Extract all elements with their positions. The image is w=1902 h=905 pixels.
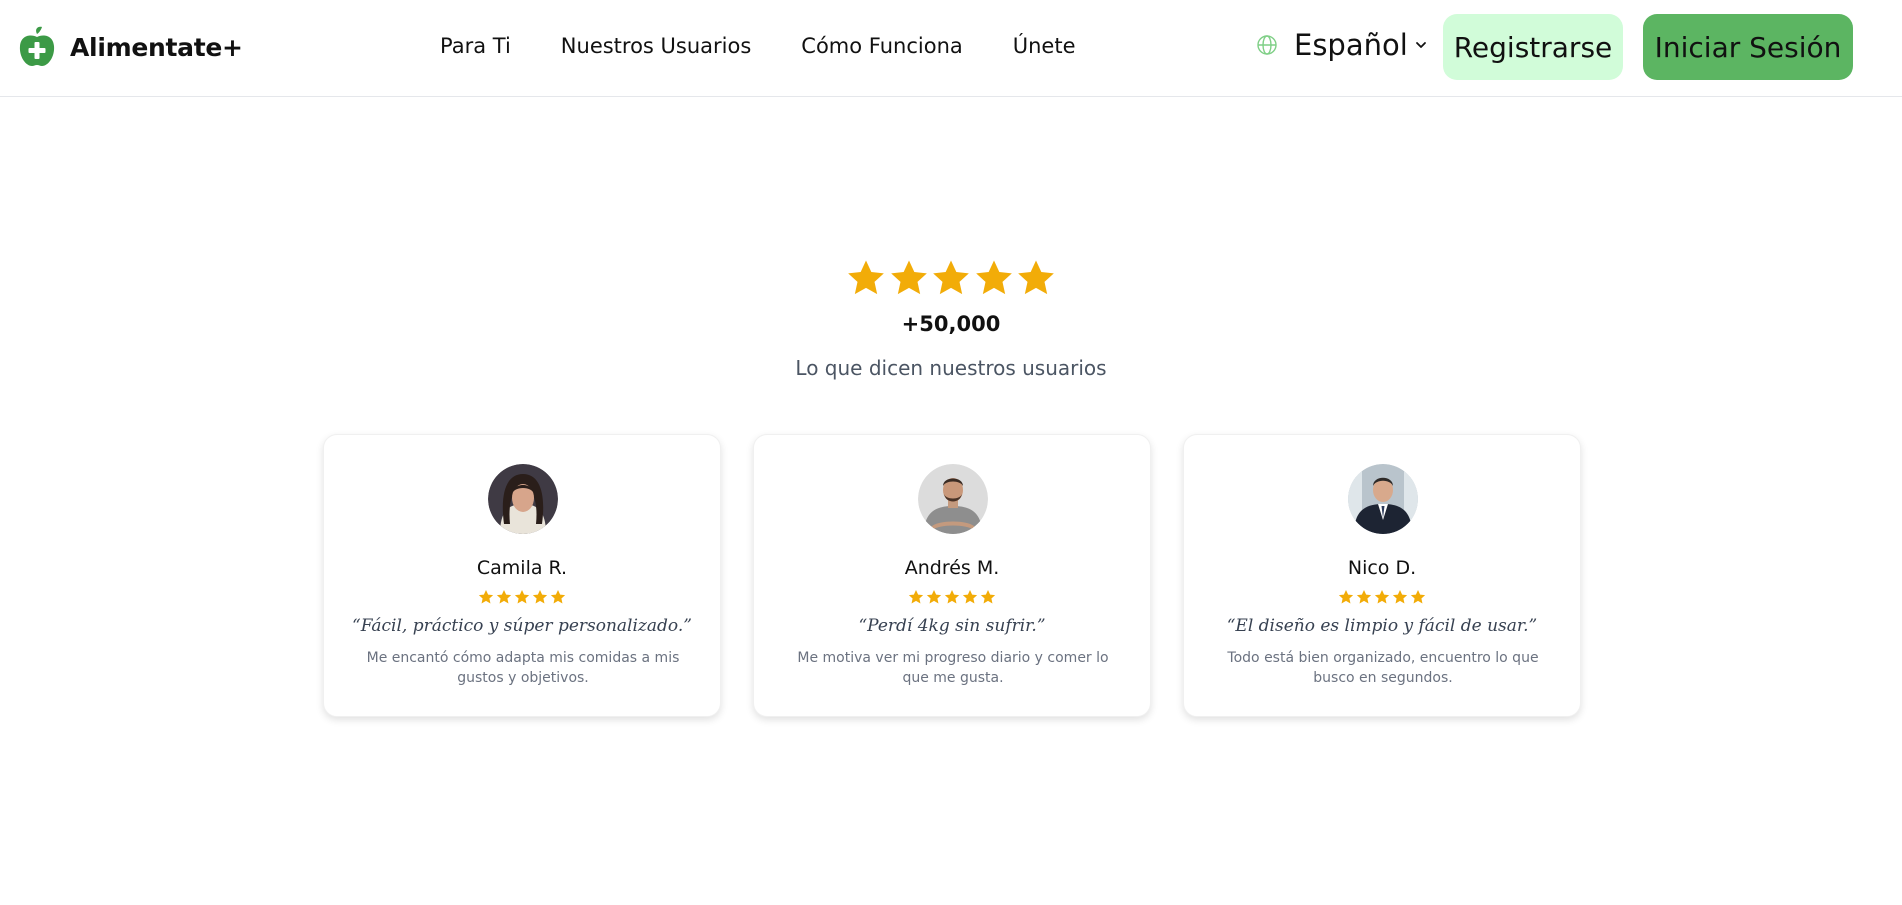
nav-item-como-funciona[interactable]: Cómo Funciona bbox=[801, 34, 962, 58]
star-icon bbox=[478, 590, 494, 604]
star-icon bbox=[926, 590, 942, 604]
testimonial-text: Me encantó cómo adapta mis comidas a mis… bbox=[366, 650, 680, 686]
star-icon bbox=[890, 260, 927, 295]
testimonial-quote: “El diseño es limpio y fácil de usar.” bbox=[1226, 616, 1538, 636]
testimonial-name: Camila R. bbox=[476, 557, 568, 579]
nav-item-para-ti[interactable]: Para Ti bbox=[440, 34, 511, 58]
star-icon bbox=[1338, 590, 1354, 604]
star-icon bbox=[1018, 260, 1054, 295]
testimonial-quote: “Fácil, práctico y súper personalizado.” bbox=[352, 616, 692, 636]
testimonial-card: Andrés M. “Perdí 4kg sin sufrir.” Me mot… bbox=[753, 434, 1151, 717]
star-icon bbox=[980, 590, 996, 604]
top-header: Alimentate+ Para Ti Nuestros Usuarios Có… bbox=[0, 0, 1902, 97]
star-icon bbox=[962, 590, 978, 604]
testimonial-star-rating bbox=[754, 589, 1150, 605]
apple-plus-logo-icon bbox=[19, 26, 55, 66]
user-count: +50,000 bbox=[901, 312, 1001, 336]
testimonial-card: Nico D. “El diseño es limpio y fácil de … bbox=[1183, 434, 1581, 717]
avatar bbox=[1348, 464, 1418, 534]
brand[interactable]: Alimentate+ bbox=[18, 26, 243, 68]
star-icon bbox=[944, 590, 960, 604]
language-selector[interactable]: Español bbox=[1256, 28, 1428, 62]
testimonial-text: Me motiva ver mi progreso diario y comer… bbox=[797, 650, 1109, 686]
testimonial-text: Todo está bien organizado, encuentro lo … bbox=[1227, 650, 1539, 686]
register-button[interactable]: Registrarse bbox=[1443, 14, 1623, 80]
star-icon bbox=[1410, 590, 1426, 604]
nav-item-nuestros-usuarios[interactable]: Nuestros Usuarios bbox=[561, 34, 752, 58]
star-icon bbox=[550, 590, 566, 604]
star-icon bbox=[848, 260, 884, 295]
brand-name: Alimentate+ bbox=[70, 32, 243, 62]
main-nav: Para Ti Nuestros Usuarios Cómo Funciona … bbox=[440, 34, 1076, 58]
star-icon bbox=[514, 590, 530, 604]
star-icon bbox=[1356, 590, 1372, 604]
star-icon bbox=[1374, 590, 1390, 604]
nav-item-unete[interactable]: Únete bbox=[1013, 34, 1076, 58]
hero-star-rating bbox=[846, 258, 1056, 304]
testimonials-subtitle: Lo que dicen nuestros usuarios bbox=[795, 356, 1107, 380]
testimonial-star-rating bbox=[324, 589, 720, 605]
testimonial-card: Camila R. “Fácil, práctico y súper perso… bbox=[323, 434, 721, 717]
language-label: Español bbox=[1294, 28, 1408, 62]
testimonial-quote: “Perdí 4kg sin sufrir.” bbox=[858, 616, 1046, 636]
star-icon bbox=[1392, 590, 1408, 604]
avatar bbox=[488, 464, 558, 534]
globe-icon bbox=[1257, 35, 1277, 55]
testimonial-name: Nico D. bbox=[1347, 557, 1417, 579]
avatar bbox=[918, 464, 988, 534]
chevron-down-icon bbox=[1415, 42, 1426, 48]
testimonial-star-rating bbox=[1184, 589, 1580, 605]
testimonial-name: Andrés M. bbox=[904, 557, 1000, 579]
login-button[interactable]: Iniciar Sesión bbox=[1643, 14, 1853, 80]
star-icon bbox=[908, 590, 924, 604]
star-icon bbox=[975, 260, 1012, 295]
star-icon bbox=[532, 590, 548, 604]
star-icon bbox=[933, 260, 969, 295]
star-icon bbox=[496, 590, 512, 604]
